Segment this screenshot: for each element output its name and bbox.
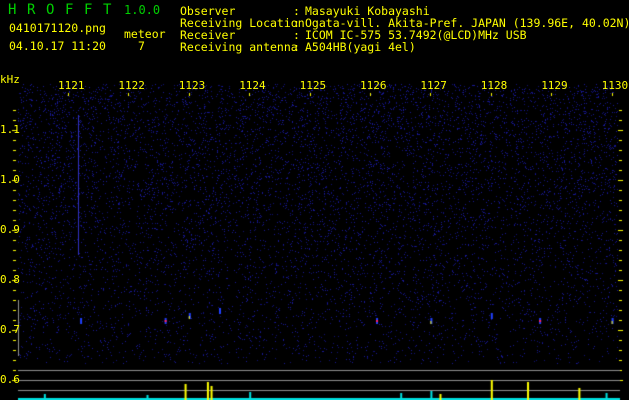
- y-tick-label: 0.6: [0, 373, 20, 386]
- x-tick-label: 1126: [360, 79, 387, 92]
- y-tick-label: 0.9: [0, 223, 20, 236]
- meteor-count: 7: [138, 39, 145, 53]
- x-tick-label: 1129: [541, 79, 568, 92]
- title-letter: F: [84, 2, 93, 18]
- title-letter: T: [103, 2, 112, 18]
- app-version: 1.0.0: [124, 3, 161, 17]
- title-letter: R: [27, 2, 36, 18]
- y-tick-label: 1.0: [0, 173, 20, 186]
- x-tick-label: 1121: [58, 79, 85, 92]
- x-tick-label: 1124: [239, 79, 266, 92]
- file-datetime: 04.10.17 11:20: [9, 39, 106, 53]
- unit-label: kHz: [0, 73, 20, 86]
- x-tick-label: 1125: [299, 79, 327, 92]
- title-letter: F: [65, 2, 74, 18]
- y-tick-label: 0.8: [0, 273, 20, 286]
- title-letter: H: [8, 2, 17, 18]
- y-tick-label: 0.7: [0, 323, 20, 336]
- y-tick-label: 1.1: [0, 123, 20, 136]
- title-letter: O: [46, 2, 55, 18]
- spectrogram: [0, 0, 629, 400]
- x-tick-label: 1127: [420, 79, 447, 92]
- antenna-label: Receiving antenna: [180, 40, 298, 54]
- x-tick-label: 1128: [480, 79, 508, 92]
- antenna-value: A504HB(yagi 4el): [305, 40, 416, 54]
- x-tick-label: 1130: [601, 79, 629, 92]
- app-title: HROFFT: [8, 2, 122, 18]
- separator: :: [293, 40, 300, 54]
- file-name: 0410171120.png: [9, 21, 106, 35]
- x-tick-label: 1123: [178, 79, 206, 92]
- x-tick-label: 1122: [118, 79, 145, 92]
